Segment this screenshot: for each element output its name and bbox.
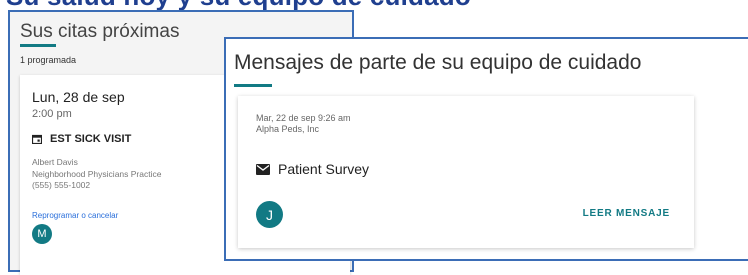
envelope-icon	[256, 163, 270, 175]
appointment-date: Lun, 28 de sep	[32, 89, 125, 105]
visit-type-label: EST SICK VISIT	[50, 133, 132, 145]
message-subject-row: Patient Survey	[256, 161, 369, 177]
read-message-button[interactable]: LEER MENSAJE	[583, 208, 670, 219]
provider-phone: (555) 555-1002	[32, 180, 91, 190]
practice-name: Neighborhood Physicians Practice	[32, 168, 162, 179]
messages-panel: Mensajes de parte de su equipo de cuidad…	[224, 37, 748, 261]
provider-name: Albert Davis	[32, 157, 78, 167]
message-subject: Patient Survey	[278, 161, 370, 177]
avatar: M	[32, 224, 52, 244]
message-card[interactable]: Mar, 22 de sep 9:26 am Alpha Peds, Inc P…	[238, 96, 694, 248]
message-datetime: Mar, 22 de sep 9:26 am	[256, 113, 351, 123]
messages-title: Mensajes de parte de su equipo de cuidad…	[234, 51, 642, 74]
avatar: J	[256, 201, 283, 228]
page-header-strip: Su salud hoy y su equipo de cuidado	[0, 0, 748, 10]
title-accent-bar	[20, 44, 56, 47]
calendar-icon	[32, 134, 42, 144]
appointments-title: Sus citas próximas	[20, 21, 180, 42]
appointments-count: 1 programada	[20, 55, 77, 65]
reschedule-link[interactable]: Reprogramar o cancelar	[32, 211, 118, 220]
title-accent-bar	[234, 84, 272, 87]
appointment-time: 2:00 pm	[32, 108, 72, 120]
page-header-text: Su salud hoy y su equipo de cuidado	[6, 0, 471, 10]
message-sender: Alpha Peds, Inc	[256, 124, 320, 134]
provider-info: Albert Davis Neighborhood Physicians Pra…	[32, 157, 161, 192]
visit-type-row: EST SICK VISIT	[32, 133, 131, 145]
